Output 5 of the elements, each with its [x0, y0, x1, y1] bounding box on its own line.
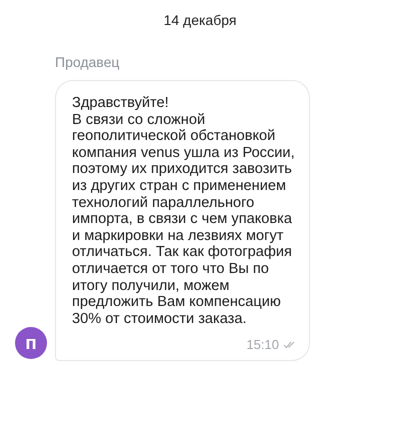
sender-name: Продавец [55, 54, 120, 70]
message-time: 15:10 [246, 337, 279, 352]
message-text: Здравствуйте! В связи со сложной геополитической обстановкой компания venus ушла из России, поэтому их приходится завозить из других стран с применением технологий параллельного импорта, в связи с чем упаковка и маркировки на лезвиях могут отличаться. Так как фотография отличается от того что Вы по итогу получили, можем предложить Вам компенсацию 30% от стоимости заказа. [72, 95, 295, 328]
date-separator: 14 декабря [164, 12, 236, 28]
avatar: п [15, 327, 47, 360]
